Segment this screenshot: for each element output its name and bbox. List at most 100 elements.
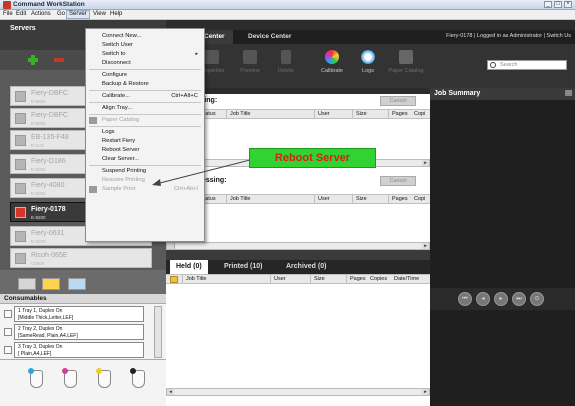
- next-page-icon[interactable]: ▸: [494, 292, 508, 306]
- col-size[interactable]: Size: [314, 276, 325, 282]
- tab-device-center[interactable]: Device Center: [240, 30, 299, 44]
- col-user[interactable]: User: [318, 196, 330, 202]
- prev-page-icon[interactable]: ◂: [476, 292, 490, 306]
- col-copies[interactable]: Copi: [414, 111, 425, 117]
- collapse-icon[interactable]: [565, 90, 572, 96]
- calibrate-button[interactable]: Calibrate: [314, 50, 350, 82]
- menu-shortcut: Ctrl+Alt+C: [171, 93, 198, 99]
- server-name: EB-135-F48: [31, 134, 69, 141]
- col-date-time[interactable]: Date/Time: [394, 276, 419, 282]
- processing-hscroll[interactable]: ▸: [166, 242, 430, 250]
- column-separator: [310, 275, 311, 284]
- splitter[interactable]: [166, 250, 430, 260]
- col-user[interactable]: User: [318, 111, 330, 117]
- scroll-right-arrow[interactable]: ▸: [422, 243, 429, 249]
- menu-edit[interactable]: Edit: [14, 11, 28, 17]
- calibrate-icon: [325, 50, 339, 64]
- paper-catalog-button[interactable]: Paper Catalog: [384, 50, 428, 82]
- remove-server-icon[interactable]: [54, 58, 64, 62]
- tab-paper[interactable]: [18, 278, 36, 290]
- tray-media: [ Plain,A4,LEF]: [18, 351, 52, 357]
- tray-checkbox[interactable]: [4, 346, 12, 354]
- first-page-icon[interactable]: ⏮: [458, 292, 472, 306]
- cancel-printing-button[interactable]: Cancel: [380, 96, 416, 106]
- search-input[interactable]: Search: [487, 60, 567, 70]
- tray-scrollbar[interactable]: [154, 306, 162, 358]
- paper-catalog-label: Paper Catalog: [388, 68, 424, 74]
- menu-item-connect-new[interactable]: Connect New...: [86, 32, 204, 41]
- menu-item-backup-restore[interactable]: Backup & Restore: [86, 80, 204, 89]
- held-columns: Job Title User Size Pages Copies Date/Ti…: [166, 274, 430, 284]
- menu-view[interactable]: View: [91, 11, 108, 17]
- delete-button[interactable]: Delete: [268, 50, 304, 82]
- close-button[interactable]: ×: [564, 1, 572, 8]
- preview-button[interactable]: Preview: [232, 50, 268, 82]
- menu-help[interactable]: Help: [108, 11, 124, 17]
- col-size[interactable]: Size: [356, 196, 367, 202]
- server-name: Fiery-DBFC: [31, 112, 68, 119]
- logs-button[interactable]: Logs: [350, 50, 386, 82]
- window-title: Command WorkStation: [13, 1, 85, 8]
- scroll-thumb[interactable]: [167, 243, 175, 249]
- scroll-right-arrow[interactable]: ▸: [422, 389, 429, 395]
- server-item[interactable]: Ricoh-065E C8000: [10, 248, 152, 268]
- server-menu: Connect New... Switch User Switch to ▸ Disco…: [85, 28, 205, 242]
- menu-item-disconnect[interactable]: Disconnect: [86, 59, 204, 68]
- server-name: Fiery-DBFC: [31, 90, 68, 97]
- tray-checkbox[interactable]: [4, 310, 12, 318]
- col-size[interactable]: Size: [356, 111, 367, 117]
- menu-file[interactable]: File: [1, 11, 15, 17]
- menu-item-paper-catalog: Paper Catalog: [86, 116, 204, 125]
- scroll-left-arrow[interactable]: ◂: [167, 389, 174, 395]
- consumables-title: Consumables: [4, 295, 47, 302]
- menu-item-configure[interactable]: Configure: [86, 71, 204, 80]
- menu-item-reboot-server[interactable]: Reboot Server: [86, 146, 204, 155]
- tab-held[interactable]: Held (0): [170, 260, 208, 274]
- add-server-icon[interactable]: [28, 55, 38, 65]
- column-separator: [388, 110, 389, 119]
- last-page-icon[interactable]: ⏭: [512, 292, 526, 306]
- printing-queue-header: ting: Cancel: [166, 94, 430, 108]
- server-model: C8000: [31, 261, 45, 266]
- col-job-title[interactable]: Job Title: [186, 276, 206, 282]
- tray-item[interactable]: 3 Tray 3, Duplex On [ Plain,A4,LEF]: [4, 342, 144, 358]
- menu-actions[interactable]: Actions: [29, 11, 53, 17]
- minimize-button[interactable]: _: [544, 1, 552, 8]
- scroll-right-arrow[interactable]: ▸: [422, 160, 429, 166]
- col-copies[interactable]: Copi: [414, 196, 425, 202]
- menu-item-switch-user[interactable]: Switch User: [86, 41, 204, 50]
- col-job-title[interactable]: Job Title: [230, 111, 250, 117]
- menu-item-calibrate[interactable]: Calibrate... Ctrl+Alt+C: [86, 92, 204, 101]
- job-summary-panel: Job Summary ⏮ ◂ ▸ ⏭ ⊙: [430, 88, 575, 406]
- menu-item-label: Logs: [102, 129, 115, 135]
- tab-info[interactable]: [68, 278, 86, 290]
- menu-item-align-tray[interactable]: Align Tray...: [86, 104, 204, 113]
- tab-printed[interactable]: Printed (10): [218, 260, 269, 274]
- app-icon: [3, 1, 11, 9]
- menu-item-switch-to[interactable]: Switch to ▸: [86, 50, 204, 59]
- col-job-title[interactable]: Job Title: [230, 196, 250, 202]
- tray-checkbox[interactable]: [4, 328, 12, 336]
- tray-item[interactable]: 2 Tray 2, Duplex On [SameRead, Plain,A4,…: [4, 324, 144, 340]
- menu-server[interactable]: Server: [66, 10, 90, 19]
- tray-item[interactable]: 1 Tray 1, Duplex On [Middle Thick,Letter…: [4, 306, 144, 322]
- menu-item-logs[interactable]: Logs: [86, 128, 204, 137]
- maximize-button[interactable]: □: [554, 1, 562, 8]
- menu-item-restart-fiery[interactable]: Restart Fiery: [86, 137, 204, 146]
- col-pages[interactable]: Pages: [392, 196, 408, 202]
- menu-item-label: Configure: [102, 72, 128, 78]
- cancel-processing-button[interactable]: Cancel: [380, 176, 416, 186]
- held-hscroll[interactable]: ◂ ▸: [166, 388, 430, 396]
- tab-archived[interactable]: Archived (0): [280, 260, 332, 274]
- col-pages[interactable]: Pages: [392, 111, 408, 117]
- column-separator: [314, 110, 315, 119]
- cyan-toner-icon: [28, 368, 43, 388]
- zoom-icon[interactable]: ⊙: [530, 292, 544, 306]
- login-info: Fiery-0178 | Logged in as Administrator …: [446, 33, 571, 39]
- tray-name: 3 Tray 3, Duplex On: [18, 344, 63, 350]
- col-copies[interactable]: Copies: [370, 276, 387, 282]
- col-user[interactable]: User: [274, 276, 286, 282]
- server-model: E-8000: [31, 99, 46, 104]
- tab-toner[interactable]: [42, 278, 60, 290]
- col-pages[interactable]: Pages: [350, 276, 366, 282]
